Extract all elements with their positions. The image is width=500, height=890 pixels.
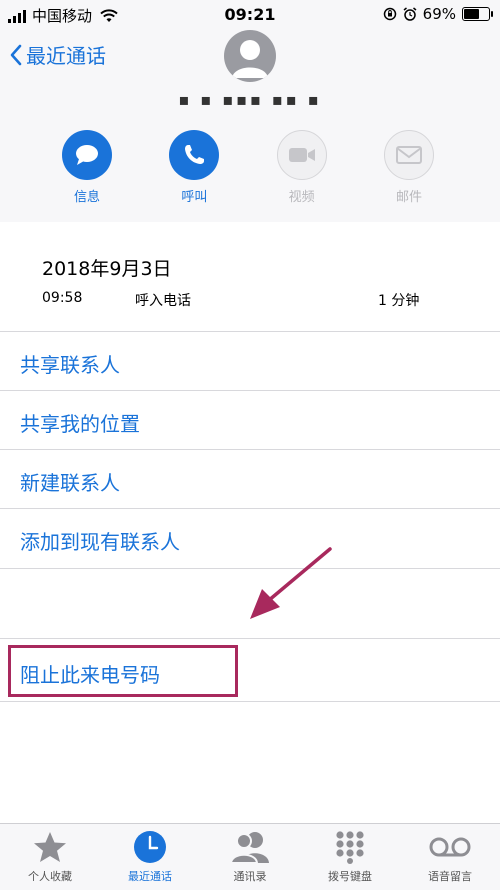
message-icon — [76, 145, 98, 165]
video-label: 视频 — [288, 190, 315, 205]
add-to-existing-label: 添加到现有联系人 — [20, 530, 180, 554]
share-location-label: 共享我的位置 — [20, 412, 140, 436]
mail-icon — [395, 146, 422, 164]
video-icon — [288, 148, 315, 162]
battery-percent: 69% — [422, 5, 456, 23]
caller-name: ▪ ▪ ▪▪▪ ▪▪ ▪ — [178, 90, 322, 109]
call-time: 09:58 — [42, 290, 83, 306]
new-contact-item[interactable]: 新建联系人 — [0, 449, 500, 509]
clock-icon — [134, 831, 166, 863]
person-icon — [232, 40, 268, 78]
avatar — [224, 30, 276, 82]
tab-keypad-label: 拨号键盘 — [328, 870, 372, 883]
message-button[interactable]: 信息 — [48, 130, 126, 205]
tab-favorites[interactable]: 个人收藏 — [0, 830, 100, 884]
message-label: 信息 — [73, 190, 100, 205]
tab-voicemail-label: 语音留言 — [428, 870, 472, 883]
back-button[interactable]: 最近通话 — [10, 40, 106, 69]
voicemail-icon — [429, 837, 471, 857]
tab-contacts[interactable]: 通讯录 — [200, 830, 300, 884]
new-contact-label: 新建联系人 — [20, 471, 120, 495]
tab-keypad[interactable]: 拨号键盘 — [300, 830, 400, 884]
rotation-lock-icon — [383, 7, 396, 21]
annotation-arrow-icon — [250, 547, 332, 619]
call-button[interactable]: 呼叫 — [155, 130, 233, 205]
keypad-icon — [336, 831, 364, 864]
contact-header: 最近通话 ▪ ▪ ▪▪▪ ▪▪ ▪ 信息 呼叫 视频 邮件 — [0, 30, 500, 222]
tab-recents-label: 最近通话 — [128, 870, 172, 883]
tab-bar: 个人收藏 最近通话 通讯录 拨号键盘 语音留言 — [0, 823, 500, 890]
action-row: 信息 呼叫 视频 邮件 — [48, 130, 448, 205]
status-bar: 中国移动 09:21 69% — [0, 0, 500, 30]
mail-label: 邮件 — [395, 190, 422, 205]
star-icon — [34, 832, 66, 862]
call-type: 呼入电话 — [135, 293, 191, 309]
mail-button[interactable]: 邮件 — [370, 130, 448, 205]
contacts-icon — [229, 832, 269, 864]
tab-voicemail[interactable]: 语音留言 — [400, 830, 500, 884]
tab-contacts-label: 通讯录 — [233, 870, 267, 883]
battery-icon — [462, 7, 493, 21]
tab-favorites-label: 个人收藏 — [28, 870, 72, 883]
share-contact-label: 共享联系人 — [20, 353, 120, 377]
call-label: 呼叫 — [181, 190, 208, 205]
back-label: 最近通话 — [26, 44, 106, 68]
call-duration: 1 分钟 — [378, 293, 420, 309]
call-date: 2018年9月3日 — [42, 258, 172, 280]
share-location-item[interactable]: 共享我的位置 — [0, 390, 500, 450]
video-button[interactable]: 视频 — [263, 130, 341, 205]
tab-recents[interactable]: 最近通话 — [100, 830, 200, 884]
highlight-box — [8, 645, 238, 697]
alarm-icon — [403, 7, 417, 21]
share-contact-item[interactable]: 共享联系人 — [0, 331, 500, 391]
chevron-left-icon — [10, 44, 22, 65]
phone-icon — [185, 145, 205, 164]
